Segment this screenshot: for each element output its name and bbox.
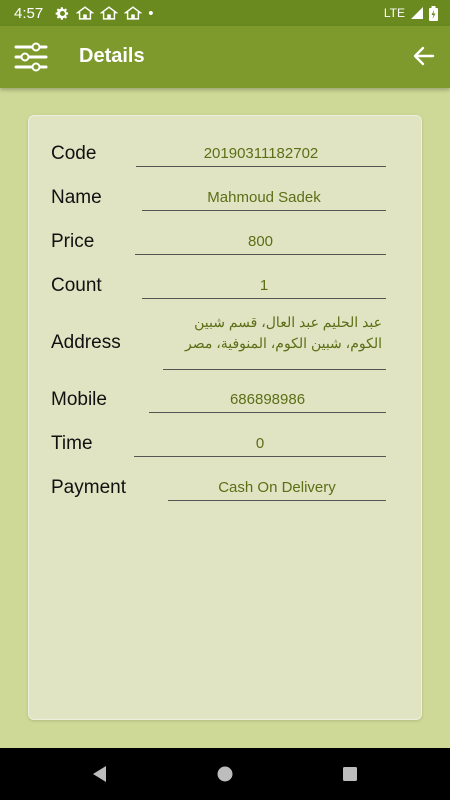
count-value: 1 [142,276,386,299]
house-notification-icon [76,5,95,20]
house-notification-icon [100,5,119,20]
time-label: Time [51,433,93,454]
mobile-value: 686898986 [149,390,386,413]
nav-back-icon[interactable] [88,762,112,786]
payment-label: Payment [51,477,126,498]
settings-gear-icon [55,6,69,20]
code-value: 20190311182702 [136,144,386,167]
details-card: Code 20190311182702 Name Mahmoud Sadek P… [28,115,422,720]
code-label: Code [51,143,97,164]
app-bar: Details [0,26,450,88]
price-value: 800 [135,232,386,255]
name-label: Name [51,187,102,208]
more-notifications-dot: • [148,4,154,22]
count-label: Count [51,275,102,296]
signal-icon [411,7,423,19]
address-label: Address [51,332,121,353]
nav-home-icon[interactable] [213,762,237,786]
page-title: Details [79,45,145,67]
payment-value: Cash On Delivery [168,478,386,501]
battery-icon [429,5,438,21]
status-time: 4:57 [14,4,44,22]
address-value: عبد الحليم عبد العال، قسم شبين الكوم، شب… [163,312,386,370]
nav-recents-icon[interactable] [338,762,362,786]
time-value: 0 [134,434,386,457]
arrow-back-icon[interactable] [412,44,436,68]
system-nav-bar [0,748,450,800]
name-value: Mahmoud Sadek [142,188,386,211]
house-notification-icon [124,5,143,20]
price-label: Price [51,231,95,252]
status-bar: 4:57 • LTE [0,0,450,26]
mobile-label: Mobile [51,389,107,410]
sliders-menu-icon[interactable] [14,40,48,74]
network-type: LTE [383,6,405,20]
